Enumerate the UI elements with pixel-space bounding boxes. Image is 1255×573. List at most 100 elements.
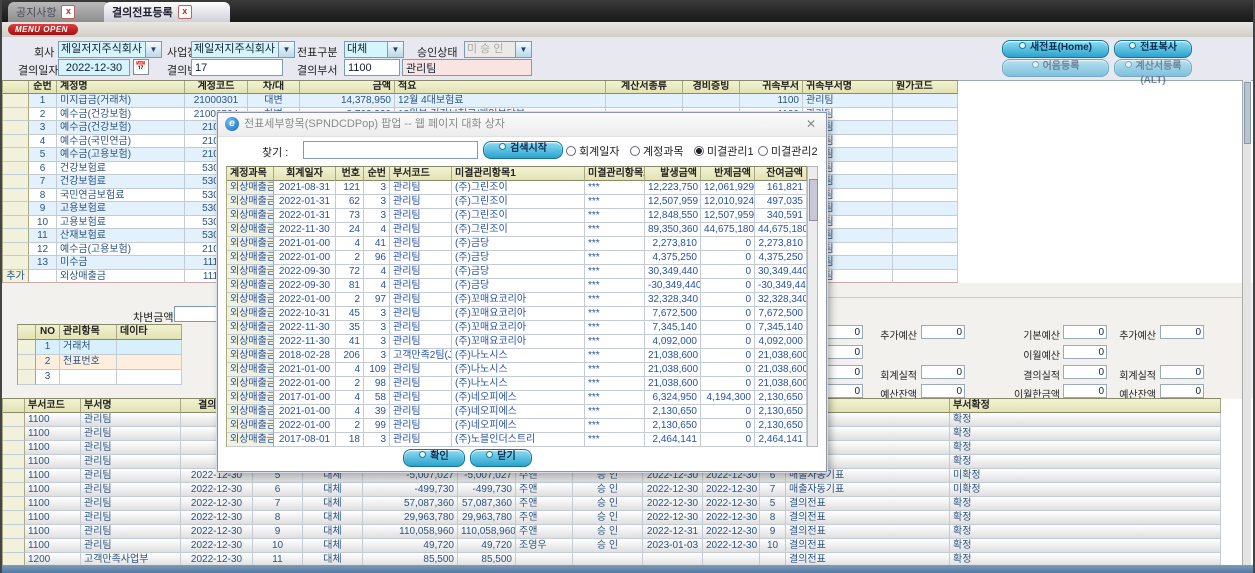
cell: 2022-12-30 bbox=[703, 511, 760, 525]
bill-register-button[interactable]: 어음등록 bbox=[1002, 59, 1109, 77]
budget-b-carry-input[interactable] bbox=[1063, 345, 1107, 359]
search-start-button[interactable]: 검색시작 bbox=[483, 141, 563, 159]
budget-a-actual-input[interactable] bbox=[921, 365, 965, 379]
table-row[interactable]: 외상매출금 2017-01-00 4 58 관리팀 (주)네오피에스 *** 6,324,95… bbox=[227, 391, 807, 405]
budget-b-extra-input[interactable] bbox=[1160, 325, 1204, 339]
table-row[interactable]: 1 거래처 bbox=[18, 340, 182, 355]
cell: 1100 bbox=[25, 525, 81, 539]
cell: 5 bbox=[760, 497, 786, 511]
cell: 2022-11-30 bbox=[274, 321, 336, 335]
copy-slip-button[interactable]: 전표복사 bbox=[1114, 40, 1192, 58]
new-slip-button[interactable]: 새전표(Home) bbox=[1002, 40, 1109, 58]
popup-scrollbar[interactable] bbox=[807, 166, 818, 447]
horizontal-scrollbar[interactable] bbox=[2, 565, 1253, 573]
table-row[interactable]: 2 전표번호 bbox=[18, 355, 182, 370]
radio-2[interactable]: 계정과목 bbox=[630, 143, 683, 159]
cell: 2021-01-00 bbox=[274, 405, 336, 419]
table-row[interactable]: 1100 관리팀 2022-12-30 7 대체 57,087,360 57,087,360… bbox=[3, 497, 1221, 511]
cell: (주)금당 bbox=[452, 279, 585, 293]
radio-dot-icon[interactable] bbox=[566, 146, 576, 156]
table-row[interactable]: 외상매출금 2018-02-28 206 3 고객만족2팀(J2 (주)나노시스 *** 21… bbox=[227, 349, 807, 363]
column-header: 관리항목 bbox=[60, 325, 117, 340]
column-header: 데이타 bbox=[117, 325, 182, 340]
table-row[interactable]: 외상매출금 2021-08-31 121 3 관리팀 (주)그린조이 *** 12,223,7… bbox=[227, 181, 807, 195]
cell bbox=[3, 497, 25, 511]
table-row[interactable]: 1100 관리팀 2022-12-30 10 대체 49,720 49,720 조영우 승 인2… bbox=[3, 539, 1221, 553]
table-row[interactable]: 외상매출금 2022-11-30 35 3 관리팀 (주)꼬매요코리아 *** 7,345,1… bbox=[227, 321, 807, 335]
budget-b-base-input[interactable] bbox=[1063, 325, 1107, 339]
table-row[interactable]: 외상매출금 2017-08-01 18 3 관리팀 (주)노블인더스트리 *** 2,464,… bbox=[227, 433, 807, 447]
chevron-down-icon[interactable]: ▼ bbox=[145, 42, 161, 57]
table-row[interactable]: 외상매출금 2022-09-30 72 4 관리팀 (주)금당 *** 30,349,440 0… bbox=[227, 265, 807, 279]
vertical-scrollbar[interactable] bbox=[1242, 80, 1251, 565]
budget-b-actual-input[interactable] bbox=[1160, 365, 1204, 379]
tab-slip-register[interactable]: 결의전표등록 x bbox=[104, 2, 230, 22]
popup-title-bar[interactable]: e 전표세부항목(SPNDCDPop) 팝업 -- 웹 페이지 대화 상자 ✕ bbox=[218, 113, 826, 137]
table-row[interactable]: 외상매출금 2021-01-00 4 41 관리팀 (주)금당 *** 2,273,810 0 2… bbox=[227, 237, 807, 251]
cell: 0 bbox=[701, 251, 755, 265]
table-row[interactable]: 1100 관리팀 2022-12-30 6 대체 -499,730 -499,730 주앤 승 … bbox=[3, 483, 1221, 497]
table-row[interactable]: 외상매출금 2022-10-31 45 3 관리팀 (주)꼬매요코리아 *** 7,672,5… bbox=[227, 307, 807, 321]
table-row[interactable]: 외상매출금 2022-01-31 62 3 관리팀 (주)그린조이 *** 12,507,95… bbox=[227, 195, 807, 209]
radio-dot-icon[interactable] bbox=[694, 146, 704, 156]
table-row[interactable]: 외상매출금 2022-01-31 73 3 관리팀 (주)그린조이 *** 12,848,55… bbox=[227, 209, 807, 223]
company-select[interactable]: 제일저지주식회사 ▼ bbox=[58, 41, 162, 58]
scrollbar-thumb[interactable] bbox=[809, 179, 818, 221]
radio-1[interactable]: 회계일자 bbox=[566, 143, 619, 159]
table-row[interactable]: 3 bbox=[18, 370, 182, 385]
date-input[interactable] bbox=[58, 59, 130, 76]
site-select[interactable]: 제일저지주식회사 ▼ bbox=[191, 41, 295, 58]
tab-notice[interactable]: 공지사항 x bbox=[8, 2, 110, 22]
approval-label: 승인상태 bbox=[417, 47, 458, 59]
cell bbox=[3, 148, 29, 162]
close-button[interactable]: 닫기 bbox=[470, 449, 532, 467]
table-row[interactable]: 1100 관리팀 2022-12-30 8 대체 29,963,780 29,963,780… bbox=[3, 511, 1221, 525]
budget-b-remain-input[interactable] bbox=[1160, 384, 1204, 398]
slip-no-input[interactable] bbox=[191, 59, 283, 76]
dept-code-input[interactable] bbox=[344, 59, 400, 76]
tab-close-icon[interactable]: x bbox=[61, 5, 76, 19]
calendar-icon[interactable]: 📅 bbox=[133, 59, 149, 75]
cell: 12,507,959 bbox=[645, 195, 701, 209]
cell: 3 bbox=[29, 121, 57, 135]
menu-open-button[interactable]: MENU OPEN bbox=[8, 24, 78, 35]
radio-dot-icon[interactable] bbox=[758, 146, 768, 156]
find-input[interactable] bbox=[303, 141, 478, 159]
table-row[interactable]: 외상매출금 2021-01-00 4 39 관리팀 (주)네오피에스 *** 2,130,65… bbox=[227, 405, 807, 419]
table-row[interactable]: 외상매출금 2022-09-30 81 4 관리팀 (주)금당 *** -30,349,440… bbox=[227, 279, 807, 293]
cell bbox=[18, 340, 36, 355]
chevron-down-icon[interactable]: ▼ bbox=[387, 42, 403, 57]
chevron-down-icon[interactable]: ▼ bbox=[278, 42, 294, 57]
approval-select[interactable]: 미 승 인 ▼ bbox=[464, 41, 532, 58]
cell: 외상매출금 bbox=[227, 265, 274, 279]
scrollbar-thumb[interactable] bbox=[1244, 82, 1251, 144]
management-items-table: NO 관리항목 데이타 1 거래처 2 전표번호 3 bbox=[17, 324, 182, 385]
cell: 승 인 bbox=[573, 483, 643, 497]
invoice-register-button[interactable]: 계산서등록(ALT) bbox=[1114, 59, 1192, 86]
radio-dot-icon[interactable] bbox=[630, 146, 640, 156]
table-row[interactable]: 외상매출금 2022-11-30 41 3 관리팀 (주)꼬매요코리아 *** 4,092,0… bbox=[227, 335, 807, 349]
tab-close-icon[interactable]: x bbox=[177, 5, 192, 19]
radio-3[interactable]: 미결관리1 bbox=[694, 143, 754, 159]
budget-a-remain-input[interactable] bbox=[921, 384, 965, 398]
table-row[interactable]: 외상매출금 2022-01-00 2 99 관리팀 (주)네오피에스 *** 2,130,65… bbox=[227, 419, 807, 433]
close-icon[interactable]: ✕ bbox=[804, 117, 818, 131]
cell: *** bbox=[585, 293, 645, 307]
budget-b-resolve-input[interactable] bbox=[1063, 365, 1107, 379]
table-row[interactable]: 외상매출금 2022-01-00 2 96 관리팀 (주)금당 *** 4,375,250 0 4… bbox=[227, 251, 807, 265]
cell: 미지급금(거래처) bbox=[57, 94, 185, 108]
table-row[interactable]: 외상매출금 2021-01-00 4 109 관리팀 (주)나노시스 *** 21,038,6… bbox=[227, 363, 807, 377]
ok-button[interactable]: 확인 bbox=[403, 449, 465, 467]
slip-type-select[interactable]: 대체 ▼ bbox=[344, 41, 404, 58]
table-row[interactable]: 1 미지급금(거래처) 21000301 대변 14,378,950 12월 4대보험료 1… bbox=[3, 94, 958, 108]
cell: 6 bbox=[253, 483, 303, 497]
chevron-down-icon[interactable]: ▼ bbox=[515, 42, 531, 57]
table-row[interactable]: 외상매출금 2022-01-00 2 97 관리팀 (주)꼬매요코리아 *** 32,328,… bbox=[227, 293, 807, 307]
budget-b-carried-input[interactable] bbox=[1063, 384, 1107, 398]
budget-a-extra-input[interactable] bbox=[921, 325, 965, 339]
table-row[interactable]: 외상매출금 2022-11-30 24 4 관리팀 (주)그린조이 *** 89,350,36… bbox=[227, 223, 807, 237]
radio-4[interactable]: 미결관리2 bbox=[758, 143, 818, 159]
budget-b-extra-label: 추가예산 bbox=[1119, 331, 1156, 342]
table-row[interactable]: 외상매출금 2022-01-00 2 98 관리팀 (주)나노시스 *** 21,038,60… bbox=[227, 377, 807, 391]
table-row[interactable]: 1100 관리팀 2022-12-30 9 대체 110,058,960 110,058,9… bbox=[3, 525, 1221, 539]
